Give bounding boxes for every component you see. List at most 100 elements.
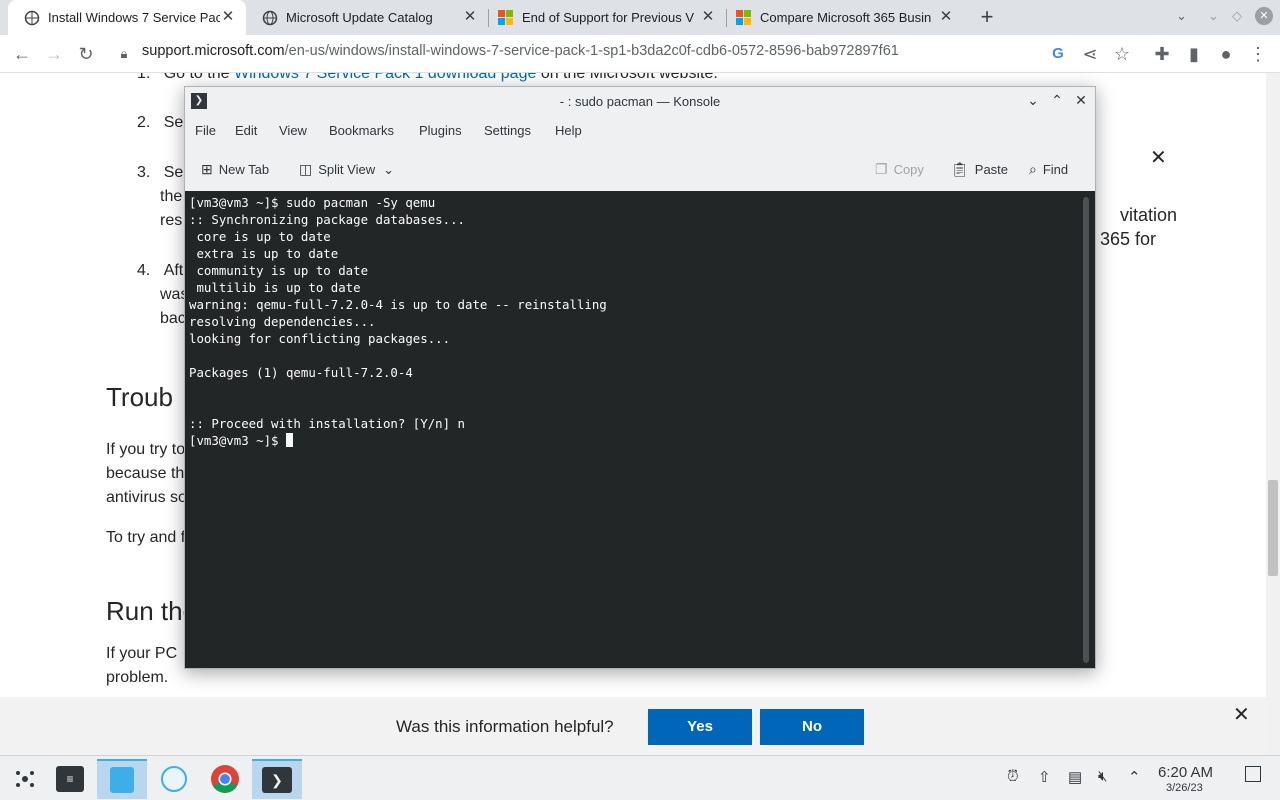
terminal-area[interactable]: [vm3@vm3 ~]$ sudo pacman -Sy qemu:: Sync…	[185, 191, 1095, 668]
right-text-fragment: vitation	[1120, 205, 1178, 225]
profile-avatar-icon[interactable]: ●	[1214, 42, 1238, 66]
page-scrollbar[interactable]	[1266, 73, 1280, 755]
paragraph-text: If you try to	[106, 441, 186, 458]
terminal-line: warning: qemu-full-7.2.0-4 is up to date…	[189, 297, 607, 312]
close-icon[interactable]: ✕	[1150, 145, 1167, 170]
step-2: 2. Sel	[137, 114, 187, 132]
step-number: 3.	[137, 164, 151, 181]
taskbar: ≡ ❯ ⏰︎ ⇧ ▤ 🔇︎ ⌃ 6:20 AM 3/26/23	[0, 755, 1280, 800]
terminal-cursor	[285, 433, 293, 447]
service-pack-download-link[interactable]: Windows 7 Service Pack 1 download page	[234, 73, 536, 82]
close-tab-icon[interactable]: ✕	[462, 9, 478, 25]
side-panel-icon[interactable]: ▮	[1182, 42, 1206, 66]
menu-plugins[interactable]: Plugins	[419, 123, 462, 138]
minimize-icon[interactable]: ⌄	[1024, 92, 1042, 109]
step-number: 4.	[137, 262, 151, 279]
browser-toolbar: ← → ↻ 🔒︎ support.microsoft.com/en-us/win…	[0, 35, 1280, 73]
windows-icon	[24, 10, 40, 25]
feedback-yes-button[interactable]: Yes	[648, 709, 752, 745]
lock-icon[interactable]: 🔒︎	[112, 42, 136, 66]
page-scrollbar-thumb[interactable]	[1268, 480, 1278, 576]
system-settings-icon[interactable]: ≡	[45, 759, 95, 799]
reload-icon[interactable]: ↻	[74, 42, 98, 66]
step-text: the	[160, 188, 183, 205]
bookmark-star-icon[interactable]: ☆	[1110, 42, 1134, 66]
tab-title: Install Windows 7 Service Pac	[48, 10, 220, 25]
notifications-alarm-icon[interactable]: ⏰︎	[1007, 768, 1019, 785]
konsole-titlebar[interactable]: ❯ - : sudo pacman — Konsole ⌄ ⌃ ✕	[185, 87, 1095, 115]
new-tab-button[interactable]: +	[976, 6, 998, 28]
menu-edit[interactable]: Edit	[235, 123, 257, 138]
step-3: 3. Sel	[137, 164, 187, 182]
file-manager-icon[interactable]	[97, 759, 147, 799]
terminal-line: :: Synchronizing package databases...	[189, 212, 466, 227]
terminal-line: resolving dependencies...	[189, 314, 376, 329]
google-lens-icon[interactable]: G	[1046, 42, 1070, 66]
terminal-line: :: Proceed with installation? [Y/n] n	[189, 416, 466, 431]
tab-install-windows-7[interactable]: Install Windows 7 Service Pac ✕	[8, 0, 246, 35]
forward-arrow-icon[interactable]: →	[42, 42, 66, 66]
tab-title: Microsoft Update Catalog	[286, 10, 433, 25]
clipboard-icon[interactable]: ▤	[1068, 768, 1082, 786]
terminal-line: multilib is up to date	[189, 280, 361, 295]
clock-date[interactable]: 3/26/23	[1166, 782, 1203, 794]
terminal-scrollbar[interactable]	[1083, 197, 1089, 663]
menu-kebab-icon[interactable]: ⋮	[1246, 42, 1270, 66]
clock-time[interactable]: 6:20 AM	[1158, 764, 1213, 781]
feedback-question: Was this information helpful?	[396, 717, 614, 736]
close-window-icon[interactable]: ✕	[1072, 92, 1090, 109]
close-tab-icon[interactable]: ✕	[220, 9, 236, 25]
step-text: Go to the	[163, 73, 230, 82]
terminal-prompt: [vm3@vm3 ~]$	[189, 433, 286, 448]
update-icon[interactable]: ⇧	[1038, 768, 1051, 786]
copy-button[interactable]: ❐ Copy	[875, 161, 924, 178]
show-desktop-icon[interactable]	[1245, 766, 1261, 782]
application-launcher-icon[interactable]	[0, 759, 50, 799]
chrome-icon[interactable]	[200, 759, 250, 799]
paragraph-text: problem.	[106, 669, 169, 686]
menu-help[interactable]: Help	[555, 123, 582, 138]
terminal-line: looking for conflicting packages...	[189, 331, 451, 346]
tab-microsoft-update-catalog[interactable]: Microsoft Update Catalog ✕	[246, 0, 488, 35]
microsoft-logo-icon	[498, 9, 514, 26]
tab-search-chevron-icon[interactable]: ⌄	[1176, 8, 1187, 24]
close-window-icon[interactable]: ✕	[1255, 7, 1273, 25]
paste-button[interactable]: 📋︎ Paste	[951, 161, 1008, 178]
paste-label: Paste	[974, 162, 1009, 177]
close-tab-icon[interactable]: ✕	[700, 9, 716, 25]
volume-muted-icon[interactable]: 🔇︎	[1098, 768, 1107, 785]
new-tab-button[interactable]: ⊞ New Tab	[201, 161, 269, 178]
feedback-no-button[interactable]: No	[760, 709, 864, 745]
tab-compare-microsoft-365[interactable]: Compare Microsoft 365 Busin ✕	[720, 0, 964, 35]
discover-store-icon[interactable]	[149, 759, 199, 799]
menu-settings[interactable]: Settings	[484, 123, 531, 138]
split-view-button[interactable]: ◫ Split View ⌄	[299, 161, 394, 178]
konsole-taskbar-icon[interactable]: ❯	[252, 759, 302, 799]
menu-bookmarks[interactable]: Bookmarks	[329, 123, 394, 138]
paste-icon: 📋︎	[951, 161, 969, 177]
maximize-icon[interactable]: ◇	[1232, 8, 1242, 24]
tab-end-of-support[interactable]: End of Support for Previous V ✕	[482, 0, 726, 35]
terminal-lines: [vm3@vm3 ~]$ sudo pacman -Sy qemu:: Sync…	[189, 194, 607, 432]
menu-file[interactable]: File	[195, 123, 216, 138]
address-bar[interactable]: support.microsoft.com/en-us/windows/inst…	[142, 43, 899, 59]
maximize-icon[interactable]: ⌃	[1048, 92, 1066, 109]
minimize-icon[interactable]: ⌄	[1208, 8, 1219, 24]
close-feedback-icon[interactable]: ✕	[1233, 702, 1250, 727]
step-1: 1. Go to the Windows 7 Service Pack 1 do…	[137, 73, 718, 83]
find-button[interactable]: ⌕ Find	[1029, 161, 1068, 178]
extensions-puzzle-icon[interactable]: ✚	[1150, 42, 1174, 66]
browser-tab-strip: Install Windows 7 Service Pac ✕ Microsof…	[0, 0, 1280, 35]
menu-view[interactable]: View	[279, 123, 307, 138]
split-view-icon: ◫	[299, 161, 313, 177]
back-arrow-icon[interactable]: ←	[10, 42, 34, 66]
close-tab-icon[interactable]: ✕	[938, 9, 954, 25]
chevron-down-icon[interactable]: ⌄	[383, 162, 394, 178]
tray-expand-chevron-icon[interactable]: ⌃	[1128, 768, 1141, 786]
step-text: on the Microsoft website.	[540, 73, 718, 82]
share-icon[interactable]: ⋖	[1078, 42, 1102, 66]
terminal-line: [vm3@vm3 ~]$ sudo pacman -Sy qemu	[189, 195, 436, 210]
troubleshoot-heading: Troub	[106, 382, 173, 412]
